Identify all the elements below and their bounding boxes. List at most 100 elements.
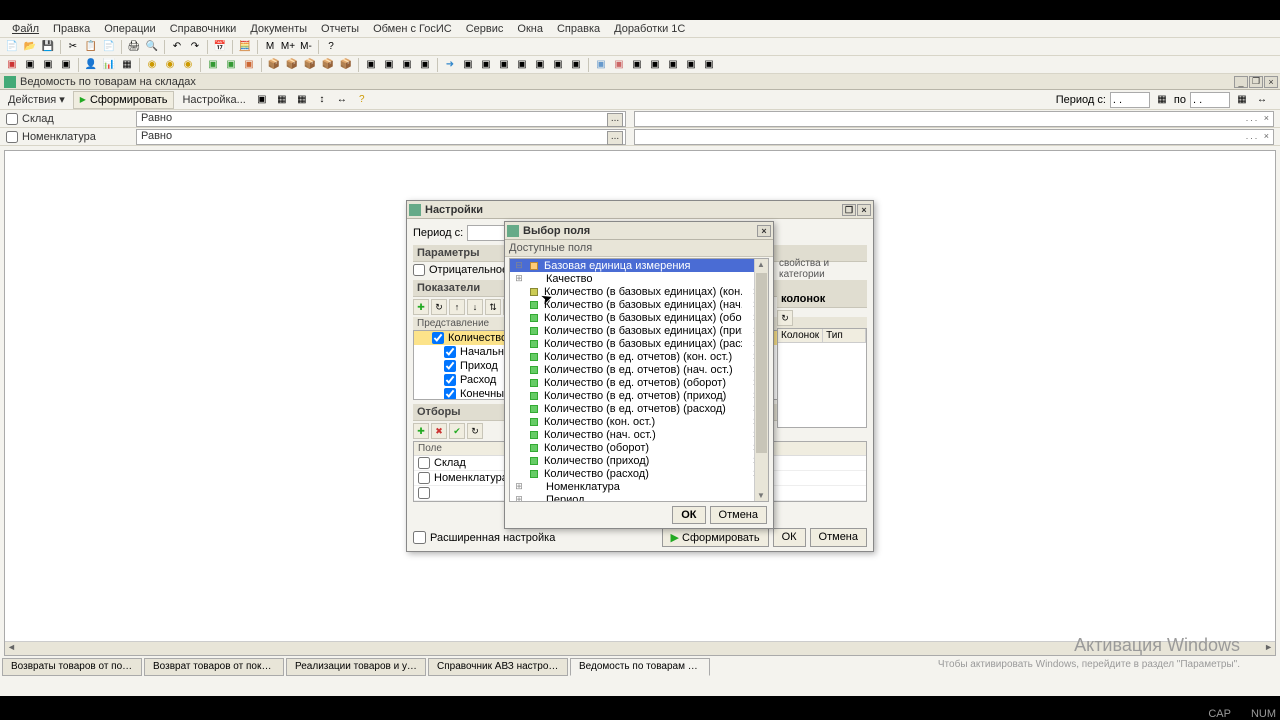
ext7-icon[interactable]: ▣	[701, 57, 717, 73]
box2-icon[interactable]: 📦	[284, 57, 300, 73]
tab-3[interactable]: Справочник АВЗ настройки	[428, 658, 568, 676]
doc5-icon[interactable]: ▣	[363, 57, 379, 73]
money-icon[interactable]: ◉	[144, 57, 160, 73]
filter-nomen-val[interactable]	[634, 129, 1274, 145]
tree-check-3[interactable]	[444, 374, 456, 386]
menu-4[interactable]: Документы	[244, 21, 313, 37]
paste-icon[interactable]: 📄	[101, 39, 117, 55]
m-icon[interactable]: M	[262, 39, 278, 55]
period-to[interactable]	[1190, 92, 1230, 108]
down-icon[interactable]: ↓	[467, 299, 483, 315]
report-icon[interactable]: ▣	[460, 57, 476, 73]
tree2-icon[interactable]: ▣	[223, 57, 239, 73]
calc-icon[interactable]: 🧮	[237, 39, 253, 55]
settings-ok-button[interactable]: ОК	[773, 528, 806, 547]
calendar-icon[interactable]: 📅	[212, 39, 228, 55]
flt-check-1[interactable]	[418, 472, 430, 484]
cal-from-icon[interactable]: ▦	[1154, 92, 1170, 108]
tree-check-0[interactable]	[432, 332, 444, 344]
settings-period-from[interactable]	[467, 225, 507, 241]
field-ok-button[interactable]: ОК	[672, 506, 705, 524]
form-button[interactable]: Сформировать	[73, 91, 175, 109]
tab-2[interactable]: Реализации товаров и услуг	[286, 658, 426, 676]
tb-a-icon[interactable]: ▣	[254, 92, 270, 108]
tb-b-icon[interactable]: ▦	[274, 92, 290, 108]
doc4-icon[interactable]: ▣	[58, 57, 74, 73]
field-row-10[interactable]: Количество (в ед. отчетов) (приход)1.2	[510, 389, 768, 402]
box-icon[interactable]: 📦	[266, 57, 282, 73]
field-row-18[interactable]: ⊞Период	[510, 493, 768, 502]
settings-close-icon[interactable]: ×	[857, 204, 871, 216]
menu-7[interactable]: Сервис	[460, 21, 510, 37]
money3-icon[interactable]: ◉	[180, 57, 196, 73]
tab-0[interactable]: Возвраты товаров от поку...	[2, 658, 142, 676]
actions-dropdown[interactable]: Действия ▾	[4, 91, 69, 108]
new-icon[interactable]: 📄	[4, 39, 20, 55]
ext2-icon[interactable]: ▣	[611, 57, 627, 73]
open-icon[interactable]: 📂	[22, 39, 38, 55]
search-icon[interactable]: 🔍	[144, 39, 160, 55]
flt-check-2[interactable]	[418, 487, 430, 499]
field-row-1[interactable]: ⊞Качество	[510, 272, 768, 285]
filter-nomen-check[interactable]	[6, 131, 18, 143]
field-row-12[interactable]: Количество (кон. ост.)1.2	[510, 415, 768, 428]
field-row-6[interactable]: Количество (в базовых единицах) (расход)…	[510, 337, 768, 350]
tree3-icon[interactable]: ▣	[241, 57, 257, 73]
field-row-17[interactable]: ⊞Номенклатура	[510, 480, 768, 493]
menu-8[interactable]: Окна	[511, 21, 549, 37]
check-icon[interactable]: ✔	[449, 423, 465, 439]
print-icon[interactable]: 🖨	[126, 39, 142, 55]
tb-c-icon[interactable]: ▦	[294, 92, 310, 108]
tb-d-icon[interactable]: ↕	[314, 92, 330, 108]
tab-1[interactable]: Возврат товаров от покупат...	[144, 658, 284, 676]
ext6-icon[interactable]: ▣	[683, 57, 699, 73]
tree-check-4[interactable]	[444, 388, 456, 400]
m-plus-icon[interactable]: M+	[280, 39, 296, 55]
ext3-icon[interactable]: ▣	[629, 57, 645, 73]
report6-icon[interactable]: ▣	[550, 57, 566, 73]
ext5-icon[interactable]: ▣	[665, 57, 681, 73]
report7-icon[interactable]: ▣	[568, 57, 584, 73]
settings-form-button[interactable]: Сформировать	[662, 528, 769, 547]
money2-icon[interactable]: ◉	[162, 57, 178, 73]
maximize-icon[interactable]: ❐	[1249, 76, 1263, 88]
help-icon[interactable]: ?	[323, 39, 339, 55]
chart-icon[interactable]: 📊	[101, 57, 117, 73]
user-icon[interactable]: 👤	[83, 57, 99, 73]
field-scrollbar[interactable]	[754, 259, 768, 501]
field-row-9[interactable]: Количество (в ед. отчетов) (оборот)1.2	[510, 376, 768, 389]
neg-red-check[interactable]	[413, 264, 425, 276]
report4-icon[interactable]: ▣	[514, 57, 530, 73]
period-from[interactable]	[1110, 92, 1150, 108]
copy-icon[interactable]: 📋	[83, 39, 99, 55]
save-icon[interactable]: 💾	[40, 39, 56, 55]
cut-icon[interactable]: ✂	[65, 39, 81, 55]
menu-10[interactable]: Доработки 1С	[608, 21, 691, 37]
add-icon[interactable]: ✚	[413, 299, 429, 315]
menu-0[interactable]: Файл	[6, 21, 45, 37]
sort-icon[interactable]: ⇅	[485, 299, 501, 315]
main-menu[interactable]: ФайлПравкаОперацииСправочникиДокументыОт…	[0, 20, 1280, 38]
doc7-icon[interactable]: ▣	[399, 57, 415, 73]
filter-sklad-check[interactable]	[6, 113, 18, 125]
field-row-5[interactable]: Количество (в базовых единицах) (приход)…	[510, 324, 768, 337]
menu-5[interactable]: Отчеты	[315, 21, 365, 37]
field-row-0[interactable]: ⊟Базовая единица измерения	[510, 259, 768, 272]
box3-icon[interactable]: 📦	[302, 57, 318, 73]
add2-icon[interactable]: ✚	[413, 423, 429, 439]
doc6-icon[interactable]: ▣	[381, 57, 397, 73]
menu-9[interactable]: Справка	[551, 21, 606, 37]
menu-6[interactable]: Обмен с ГосИС	[367, 21, 458, 37]
field-row-4[interactable]: Количество (в базовых единицах) (оборот)…	[510, 311, 768, 324]
doc3-icon[interactable]: ▣	[40, 57, 56, 73]
refresh2-icon[interactable]: ↻	[467, 423, 483, 439]
settings-link[interactable]: Настройка...	[178, 92, 249, 108]
field-row-13[interactable]: Количество (нач. ост.)1.2	[510, 428, 768, 441]
tab-4[interactable]: Ведомость по товарам на с...	[570, 658, 710, 676]
menu-1[interactable]: Правка	[47, 21, 96, 37]
settings-cancel-button[interactable]: Отмена	[810, 528, 867, 547]
tree-check-2[interactable]	[444, 360, 456, 372]
period-sel-icon[interactable]: ↔	[1254, 92, 1270, 108]
ext-check[interactable]	[413, 531, 426, 544]
flt-check-0[interactable]	[418, 457, 430, 469]
